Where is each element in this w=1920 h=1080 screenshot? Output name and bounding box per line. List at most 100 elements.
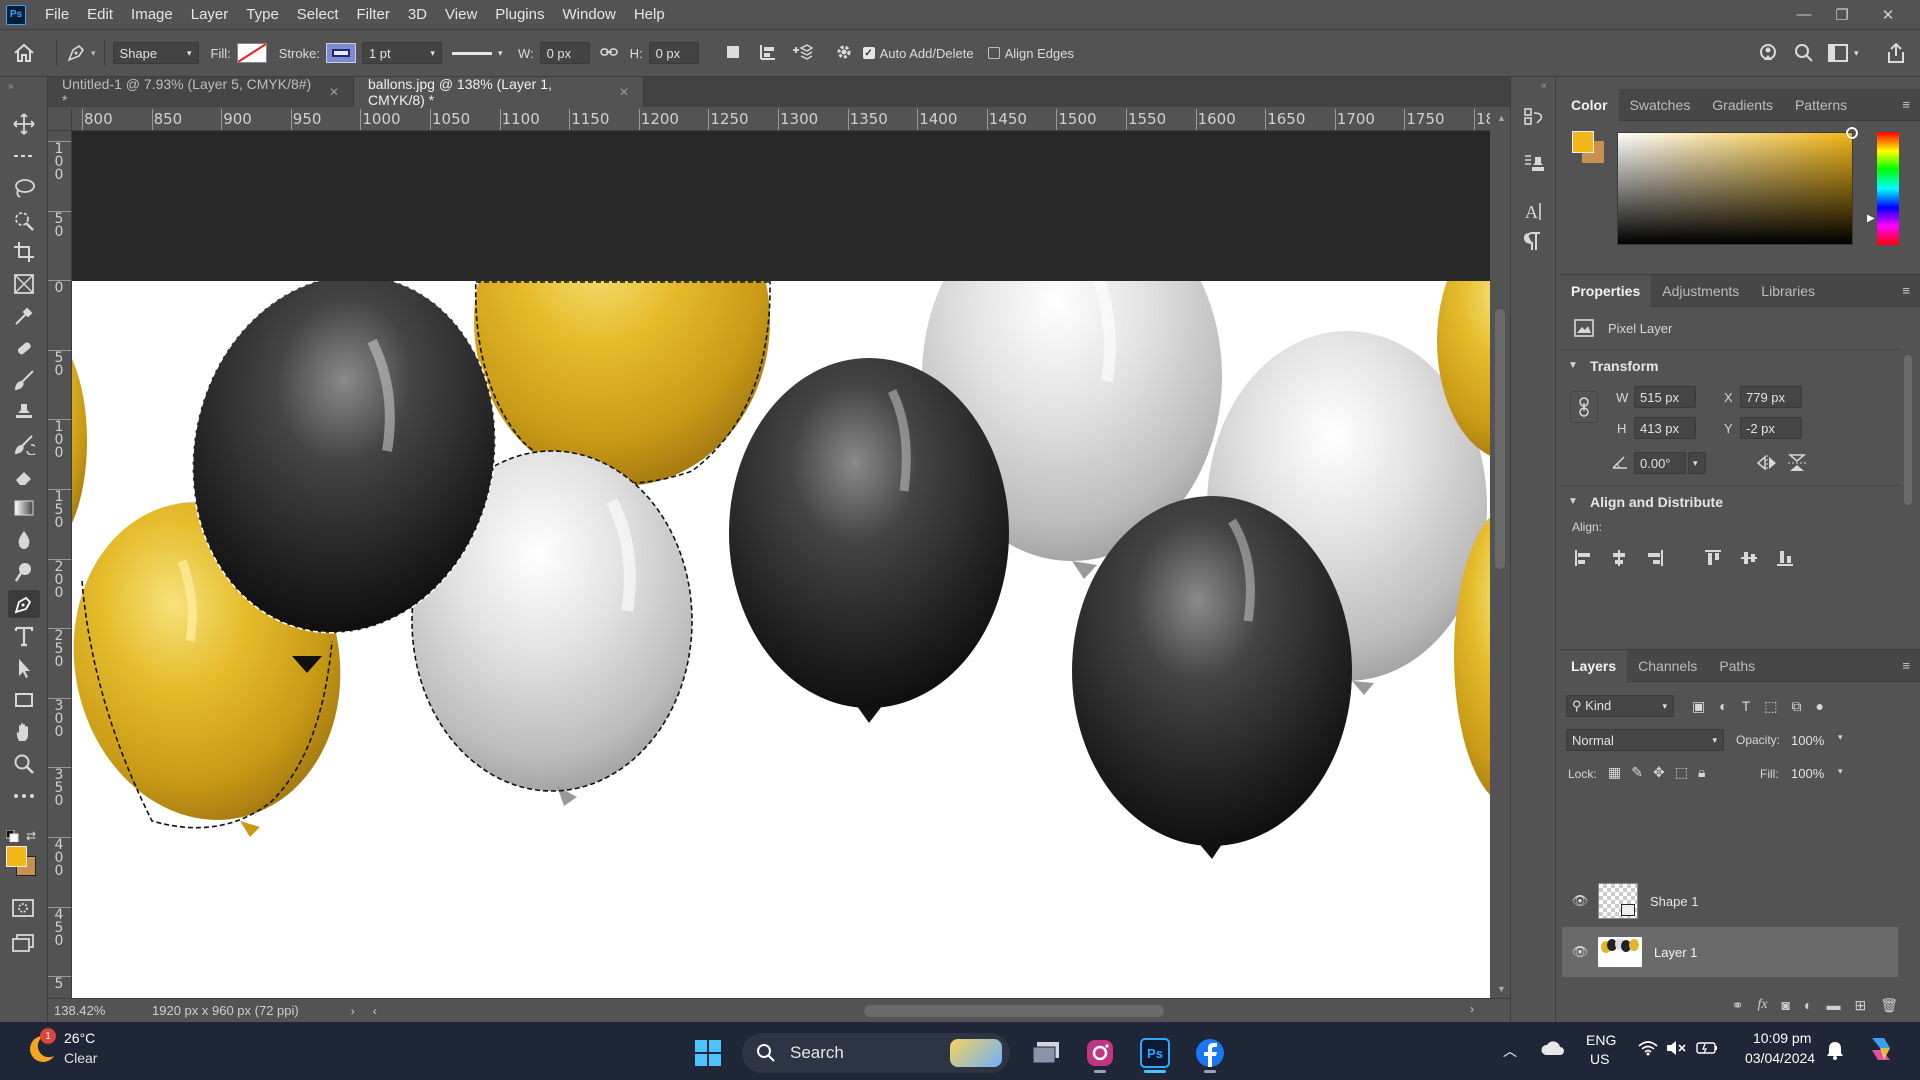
lock-transparent-icon[interactable]: ▦ [1608, 764, 1621, 781]
hue-slider[interactable] [1877, 132, 1899, 245]
status-expand-icon[interactable]: › [351, 1004, 355, 1018]
clock-time[interactable]: 10:09 pm [1753, 1030, 1811, 1046]
toolbar-collapse-icon[interactable]: » [8, 81, 14, 92]
tab-adjustments[interactable]: Adjustments [1651, 275, 1750, 307]
layer-name[interactable]: Layer 1 [1654, 945, 1697, 960]
lock-artboard-icon[interactable]: ⬚ [1675, 764, 1688, 781]
weather-temperature[interactable]: 26°C [64, 1030, 95, 1046]
lock-all-icon[interactable]: 🔒︎ [1698, 764, 1705, 781]
lock-image-icon[interactable]: ✎ [1631, 764, 1643, 781]
stroke-width-field[interactable]: 1 pt ▾ [361, 42, 442, 64]
opacity-dropdown-icon[interactable]: ▾ [1838, 732, 1843, 743]
fill-field[interactable]: 100% [1786, 762, 1836, 784]
path-selection-tool-icon[interactable] [8, 654, 40, 682]
history-brush-tool-icon[interactable] [8, 430, 40, 458]
vertical-scroll-thumb[interactable] [1495, 309, 1505, 569]
delete-layer-icon[interactable]: 🗑︎ [1880, 997, 1898, 1014]
search-icon[interactable] [1794, 43, 1814, 66]
crop-tool-icon[interactable] [8, 238, 40, 266]
restore-button[interactable]: ❐ [1822, 0, 1862, 29]
taskbar-search-box[interactable]: Search [742, 1033, 1010, 1073]
auto-add-delete-checkbox[interactable]: ✓ [862, 47, 875, 59]
tab-paths[interactable]: Paths [1708, 650, 1766, 682]
screen-mode-icon[interactable] [12, 934, 34, 955]
hand-tool-icon[interactable] [8, 718, 40, 746]
cloud-account-icon[interactable] [1756, 42, 1780, 67]
scroll-right-icon[interactable]: › [1470, 1002, 1474, 1016]
new-layer-icon[interactable]: ⊞ [1854, 997, 1866, 1014]
rectangle-tool-icon[interactable] [8, 686, 40, 714]
link-dimensions-icon[interactable] [1570, 391, 1598, 423]
document-image[interactable] [72, 281, 1490, 998]
align-collapse-icon[interactable]: ▼ [1568, 496, 1578, 507]
flip-horizontal-icon[interactable] [1756, 455, 1778, 474]
menu-layer[interactable]: Layer [182, 0, 238, 29]
workspace-switcher-icon[interactable]: ▾ [1828, 44, 1859, 62]
photoshop-taskbar-icon[interactable]: Ps [1137, 1035, 1173, 1071]
task-view-icon[interactable] [1028, 1035, 1064, 1071]
clone-source-panel-icon[interactable] [1523, 153, 1545, 178]
clock-date[interactable]: 03/04/2024 [1745, 1050, 1815, 1066]
properties-scrollbar[interactable] [1904, 355, 1912, 505]
tab-gradients[interactable]: Gradients [1701, 89, 1784, 121]
eyedropper-tool-icon[interactable] [8, 302, 40, 330]
tool-mode-select[interactable]: Shape ▾ [112, 42, 199, 64]
layer-row-layer-1[interactable]: 👁︎ Layer 1 [1562, 927, 1898, 977]
weather-icon[interactable]: 1 [22, 1028, 58, 1066]
zoom-tool-icon[interactable] [8, 750, 40, 778]
stroke-type-select[interactable]: ▾ [451, 48, 508, 59]
flip-vertical-icon[interactable] [1787, 453, 1807, 476]
layer-style-icon[interactable]: fx [1757, 997, 1767, 1013]
blend-mode-select[interactable]: Normal ▾ [1566, 729, 1724, 751]
battery-icon[interactable] [1696, 1040, 1718, 1059]
lasso-tool-icon[interactable] [8, 174, 40, 202]
path-operations-icon[interactable] [725, 44, 741, 63]
visibility-eye-icon[interactable]: 👁︎ [1562, 944, 1598, 960]
stroke-swatch[interactable] [325, 43, 356, 63]
menu-help[interactable]: Help [625, 0, 674, 29]
height-field[interactable]: 0 px [648, 42, 699, 64]
width-field[interactable]: 0 px [539, 42, 590, 64]
quick-selection-tool-icon[interactable] [8, 206, 40, 234]
vertical-ruler[interactable]: 100 50 0 50 100 150 200 250 300 350 400 450 5 [48, 131, 72, 998]
transform-x-field[interactable]: 779 px [1740, 386, 1802, 408]
paragraph-panel-icon[interactable] [1523, 230, 1545, 255]
filter-type-icon[interactable]: T [1742, 698, 1751, 715]
instagram-icon[interactable] [1082, 1035, 1118, 1071]
character-panel-icon[interactable]: A [1523, 200, 1545, 225]
transform-height-field[interactable]: 413 px [1634, 417, 1696, 439]
clone-stamp-tool-icon[interactable] [8, 398, 40, 426]
gear-icon[interactable] [835, 43, 853, 64]
tab-libraries[interactable]: Libraries [1750, 275, 1826, 307]
default-colors-icon[interactable] [5, 829, 20, 845]
panel-menu-icon[interactable]: ≡ [1902, 283, 1910, 298]
horizontal-scroll-thumb[interactable] [864, 1005, 1164, 1017]
filter-toggle-icon[interactable]: ● [1816, 698, 1824, 715]
type-tool-icon[interactable] [8, 622, 40, 650]
panel-strip-collapse-icon[interactable]: « [1541, 80, 1547, 91]
fill-swatch[interactable] [236, 43, 267, 63]
transform-y-field[interactable]: -2 px [1740, 417, 1802, 439]
path-alignment-icon[interactable] [759, 43, 777, 64]
minimize-button[interactable]: — [1784, 0, 1824, 29]
align-top-edges-icon[interactable] [1704, 549, 1722, 570]
panel-menu-icon[interactable]: ≡ [1902, 97, 1910, 112]
menu-window[interactable]: Window [553, 0, 624, 29]
tab-layers[interactable]: Layers [1560, 649, 1628, 682]
canvas-area[interactable] [72, 131, 1490, 998]
auto-add-delete-option[interactable]: ✓ Auto Add/Delete [862, 46, 974, 61]
tab-patterns[interactable]: Patterns [1784, 89, 1858, 121]
menu-3d[interactable]: 3D [399, 0, 436, 29]
hue-slider-pointer-icon[interactable]: ▶ [1867, 213, 1875, 224]
volume-muted-icon[interactable] [1666, 1040, 1686, 1059]
menu-image[interactable]: Image [122, 0, 182, 29]
gradient-tool-icon[interactable] [8, 494, 40, 522]
tab-channels[interactable]: Channels [1627, 650, 1708, 682]
menu-file[interactable]: File [36, 0, 78, 29]
share-icon[interactable] [1886, 42, 1906, 67]
home-icon[interactable] [0, 43, 48, 63]
transform-width-field[interactable]: 515 px [1634, 386, 1696, 408]
align-bottom-edges-icon[interactable] [1776, 549, 1794, 570]
add-mask-icon[interactable]: ◙ [1782, 997, 1790, 1013]
opacity-field[interactable]: 100% [1786, 729, 1836, 751]
